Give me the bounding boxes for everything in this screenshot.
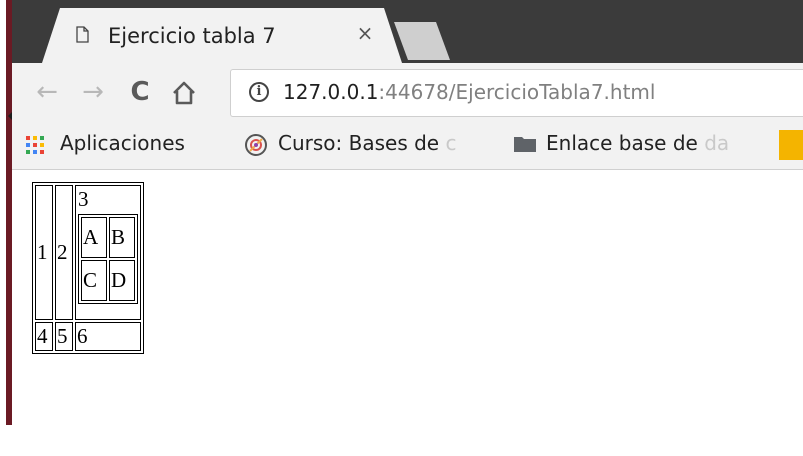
back-icon[interactable]: ← — [32, 77, 62, 107]
toolbar: ← → C i 127.0.0.1:44678/EjercicioTabla7.… — [12, 63, 803, 123]
inner-table-row: A B — [81, 217, 135, 258]
cell-4: 4 — [35, 322, 53, 351]
cell-2: 2 — [55, 185, 73, 320]
bookmark-enlace-text: Enlace base de — [546, 131, 705, 155]
bookmark-course-label: Curso: Bases de c — [278, 131, 456, 155]
bookmark-enlace-fade: da — [704, 131, 730, 155]
url-host: 127.0.0.1 — [283, 80, 379, 104]
address-bar[interactable]: i 127.0.0.1:44678/EjercicioTabla7.html — [230, 69, 803, 117]
tab-ejercicio-tabla-7[interactable]: Ejercicio tabla 7 × — [42, 8, 402, 63]
inner-cell-c: C — [81, 260, 107, 301]
reload-icon[interactable]: C — [125, 77, 155, 107]
cell-3: 3 A B C D — [75, 185, 141, 320]
inner-table-row: C D — [81, 260, 135, 301]
browser-chrome: Ejercicio tabla 7 × ← → C i 127.0.0.1:44… — [12, 0, 803, 170]
cell-3-label: 3 — [78, 187, 89, 211]
inner-cell-d: D — [109, 260, 135, 301]
bookmark-enlace-label: Enlace base de da — [546, 131, 729, 155]
tab-close-icon[interactable]: × — [354, 22, 376, 44]
url-text[interactable]: 127.0.0.1:44678/EjercicioTabla7.html — [283, 80, 655, 104]
inner-table: A B C D — [78, 214, 138, 304]
cell-1: 1 — [35, 185, 53, 320]
tab-strip: Ejercicio tabla 7 × — [12, 0, 803, 63]
page-content: 1 2 3 A B C D 4 5 6 — [12, 170, 803, 425]
home-icon[interactable] — [169, 78, 199, 108]
window-left-edge — [0, 0, 12, 425]
apps-grid-icon — [26, 136, 44, 154]
table-row: 4 5 6 — [35, 322, 141, 351]
bookmark-overflow-icon[interactable] — [779, 130, 803, 160]
inner-cell-a: A — [81, 217, 107, 258]
url-path: :44678/EjercicioTabla7.html — [378, 80, 656, 104]
bookmarks-bar: Aplicaciones Curso: Bases de c Enlace ba… — [12, 123, 803, 170]
tab-title: Ejercicio tabla 7 — [108, 24, 276, 48]
table-row: 1 2 3 A B C D — [35, 185, 141, 320]
outer-table: 1 2 3 A B C D 4 5 6 — [32, 182, 144, 354]
bookmark-course-text: Curso: Bases de — [278, 131, 446, 155]
document-icon — [76, 26, 89, 43]
folder-icon — [514, 137, 536, 152]
cell-6: 6 — [75, 322, 141, 351]
site-info-icon[interactable]: i — [249, 82, 269, 102]
inner-cell-b: B — [109, 217, 135, 258]
new-tab-button[interactable] — [394, 22, 450, 60]
cell-5: 5 — [55, 322, 73, 351]
bookmark-course-fade: c — [445, 131, 457, 155]
bookmark-apps-label: Aplicaciones — [60, 131, 185, 155]
course-favicon-icon — [245, 134, 267, 156]
forward-icon[interactable]: → — [78, 77, 108, 107]
